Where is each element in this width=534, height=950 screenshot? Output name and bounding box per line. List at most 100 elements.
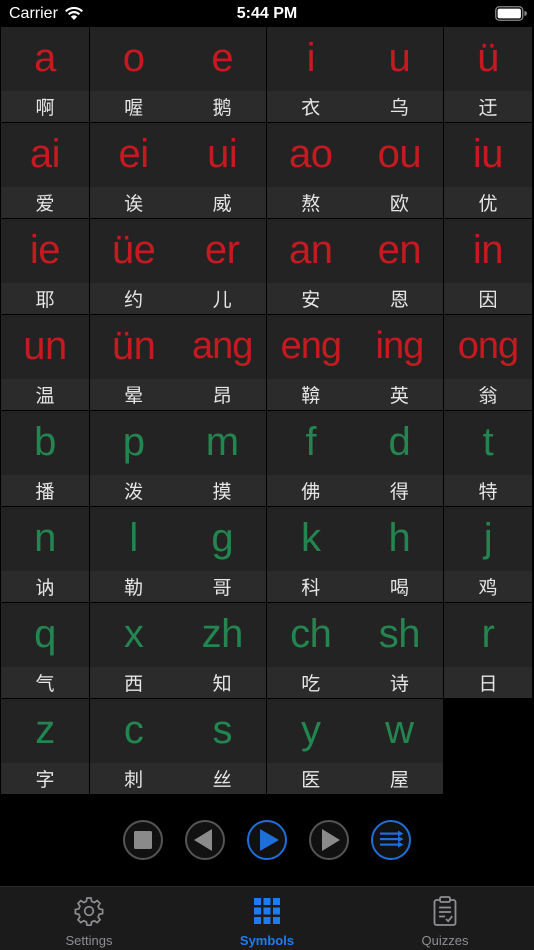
symbol-cell-h[interactable]: h喝: [355, 507, 444, 602]
symbol-cell-ing[interactable]: ing 英: [355, 315, 444, 410]
example-character: 得: [355, 475, 444, 506]
pinyin-symbol: ang: [191, 325, 253, 367]
example-character: 衣: [266, 91, 355, 122]
symbol-cell-n[interactable]: n讷: [1, 507, 89, 602]
symbol-cell-er[interactable]: er 儿: [178, 219, 267, 314]
grid-icon: [254, 898, 280, 924]
pinyin-symbol: iu: [472, 132, 504, 176]
example-character: 安: [266, 283, 355, 314]
symbol-cell-ai[interactable]: ai 爱: [1, 123, 89, 218]
example-character: 鹅: [178, 91, 267, 122]
example-character: 熬: [266, 187, 355, 218]
symbol-cell-ü[interactable]: ü迂: [443, 27, 532, 122]
next-icon: [322, 829, 340, 851]
pinyin-symbol: l: [129, 516, 138, 560]
symbol-cell-x[interactable]: x西: [89, 603, 178, 698]
stop-button[interactable]: [123, 820, 163, 860]
example-character: 欧: [355, 187, 444, 218]
pinyin-symbol: ü: [477, 36, 499, 80]
symbol-cell-zh[interactable]: zh 知: [178, 603, 267, 698]
symbol-cell-ong[interactable]: ong 翁: [443, 315, 532, 410]
pinyin-symbol: sh: [378, 612, 421, 656]
symbol-cell-s[interactable]: s丝: [178, 699, 267, 794]
example-character: 播: [1, 475, 89, 506]
symbol-cell-ch[interactable]: ch 吃: [266, 603, 355, 698]
symbol-cell-an[interactable]: an 安: [266, 219, 355, 314]
pinyin-symbol: ei: [118, 132, 150, 176]
pinyin-symbol: w: [385, 708, 414, 752]
grid-row: ai 爱 ei 诶 ui 威 ao 熬 ou 欧 iu 优: [1, 123, 533, 219]
grid-row: b播p泼m摸f佛d得t特: [1, 411, 533, 507]
battery-icon: [495, 6, 527, 21]
symbol-cell-k[interactable]: k科: [266, 507, 355, 602]
pinyin-symbol: p: [122, 420, 145, 464]
pinyin-symbol: u: [388, 36, 411, 80]
pinyin-symbol: b: [34, 420, 56, 464]
pinyin-symbol: k: [301, 516, 321, 560]
symbol-cell-o[interactable]: o喔: [89, 27, 178, 122]
symbol-cell-ou[interactable]: ou 欧: [355, 123, 444, 218]
pinyin-symbol: en: [377, 228, 422, 272]
gear-icon: [74, 897, 104, 927]
playback-controls: [0, 815, 534, 865]
symbol-cell-u[interactable]: u乌: [355, 27, 444, 122]
symbol-cell-j[interactable]: j鸡: [443, 507, 532, 602]
symbol-cell-i[interactable]: i衣: [266, 27, 355, 122]
symbol-cell-ang[interactable]: ang 昂: [178, 315, 267, 410]
tab-bar: Settings Symbols Quizzes: [0, 886, 534, 950]
pinyin-symbol: i: [306, 36, 316, 80]
pinyin-symbol: in: [472, 228, 504, 272]
symbol-cell-e[interactable]: e鹅: [178, 27, 267, 122]
pinyin-symbol: z: [35, 708, 55, 752]
symbol-cell-in[interactable]: in 因: [443, 219, 532, 314]
symbol-cell-m[interactable]: m摸: [178, 411, 267, 506]
symbol-cell-f[interactable]: f佛: [266, 411, 355, 506]
symbol-cell-b[interactable]: b播: [1, 411, 89, 506]
previous-button[interactable]: [185, 820, 225, 860]
symbol-cell-en[interactable]: en 恩: [355, 219, 444, 314]
play-icon: [260, 829, 279, 851]
symbol-cell-ie[interactable]: ie 耶: [1, 219, 89, 314]
symbol-cell-a[interactable]: a啊: [1, 27, 89, 122]
symbol-cell-d[interactable]: d得: [355, 411, 444, 506]
grid-row: ie 耶 üe 约 er 儿 an 安 en 恩 in 因: [1, 219, 533, 315]
example-character: 喔: [89, 91, 178, 122]
symbol-cell-eng[interactable]: eng 鞥: [266, 315, 355, 410]
grid-row: n讷l勒g哥k科h喝j鸡: [1, 507, 533, 603]
symbol-cell-ün[interactable]: ün 晕: [89, 315, 178, 410]
pinyin-symbol: f: [305, 420, 317, 464]
symbol-cell-g[interactable]: g哥: [178, 507, 267, 602]
symbol-cell-t[interactable]: t特: [443, 411, 532, 506]
pinyin-symbol: üe: [111, 228, 156, 272]
symbol-cell-q[interactable]: q气: [1, 603, 89, 698]
symbol-cell-z[interactable]: z字: [1, 699, 89, 794]
example-character: 儿: [178, 283, 267, 314]
symbol-cell-ui[interactable]: ui 威: [178, 123, 267, 218]
symbol-cell-un[interactable]: un 温: [1, 315, 89, 410]
symbol-cell-ei[interactable]: ei 诶: [89, 123, 178, 218]
tab-settings[interactable]: Settings: [0, 887, 178, 950]
symbol-cell-c[interactable]: c刺: [89, 699, 178, 794]
symbol-cell-r[interactable]: r日: [443, 603, 532, 698]
next-button[interactable]: [309, 820, 349, 860]
symbol-cell-w[interactable]: w屋: [355, 699, 444, 794]
playlist-button[interactable]: [371, 820, 411, 860]
symbol-cell-sh[interactable]: sh 诗: [355, 603, 444, 698]
pinyin-symbol: q: [34, 612, 56, 656]
pinyin-symbol: ou: [377, 132, 422, 176]
tab-symbols[interactable]: Symbols: [178, 887, 356, 950]
tab-quizzes[interactable]: Quizzes: [356, 887, 534, 950]
pinyin-symbol: a: [34, 36, 56, 80]
example-character: 吃: [266, 667, 355, 698]
clipboard-icon: [433, 896, 457, 926]
symbol-cell-ao[interactable]: ao 熬: [266, 123, 355, 218]
symbol-cell-y[interactable]: y医: [266, 699, 355, 794]
symbol-cell-l[interactable]: l勒: [89, 507, 178, 602]
pinyin-symbol: ie: [29, 228, 61, 272]
play-button[interactable]: [247, 820, 287, 860]
symbol-cell-p[interactable]: p泼: [89, 411, 178, 506]
symbol-cell-iu[interactable]: iu 优: [443, 123, 532, 218]
pinyin-symbol: ing: [375, 325, 425, 367]
pinyin-symbol: g: [211, 516, 234, 560]
symbol-cell-üe[interactable]: üe 约: [89, 219, 178, 314]
